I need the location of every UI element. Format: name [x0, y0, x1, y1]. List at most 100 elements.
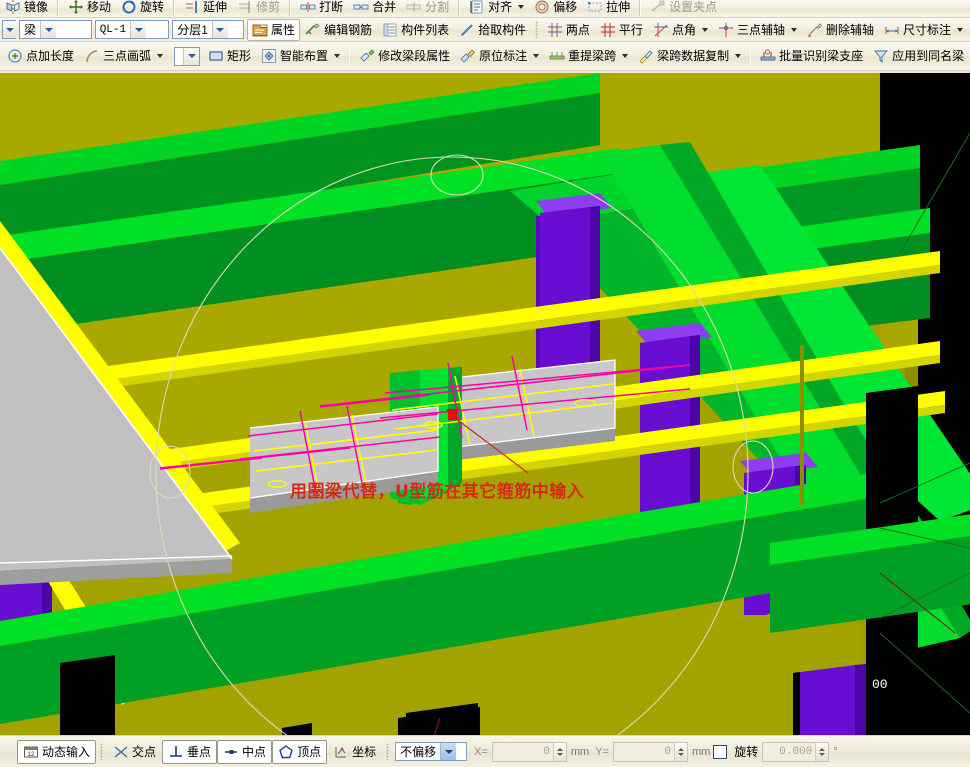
toolbar-button-two-point[interactable]: 两点 [542, 19, 595, 41]
toolbar-button-dimension[interactable]: 尺寸标注 [879, 19, 968, 41]
toolbar-button-break[interactable]: 打断 [295, 0, 348, 17]
toolbar-button-edit-rebar[interactable]: 编辑钢筋 [300, 19, 377, 41]
dimension-icon [884, 22, 900, 38]
status-toggle-intersection[interactable]: 交点 [107, 740, 162, 764]
toolbar-label: 智能布置 [280, 49, 329, 63]
arc-value-combo[interactable] [174, 46, 201, 66]
chevron-down-icon[interactable] [622, 54, 629, 58]
x-unit-label: mm [570, 745, 590, 758]
toolbar-button-delete-axis[interactable]: 删除辅轴 [802, 19, 879, 41]
status-toggle-coordinate[interactable]: 坐标 [327, 740, 382, 764]
toolbar-label: 点加长度 [26, 49, 75, 63]
extend-icon [184, 0, 200, 15]
x-spinner[interactable] [552, 742, 566, 761]
divider [173, 0, 176, 16]
toolbar-button-merge[interactable]: 合并 [348, 0, 401, 17]
layer-combo[interactable]: 分层1 [172, 20, 245, 39]
toolbar-button-rectangle[interactable]: 矩形 [203, 45, 256, 67]
break-icon [300, 0, 316, 15]
chevron-down-icon[interactable] [957, 27, 963, 32]
toolbar-button-parallel[interactable]: 平行 [595, 19, 648, 41]
status-toggle-perpendicular[interactable]: 垂点 [162, 739, 218, 764]
status-toggle-midpoint[interactable]: 中点 [217, 739, 273, 764]
status-label: 动态输入 [42, 745, 91, 759]
divider [750, 47, 752, 65]
chevron-down-icon[interactable] [533, 54, 540, 58]
arc-value [175, 47, 184, 65]
chevron-down-icon[interactable] [440, 743, 457, 760]
toolbar-button-three-point-arc[interactable]: 三点画弧 [79, 45, 168, 67]
component-list-icon [382, 22, 398, 38]
offset-mode-combo[interactable]: 不偏移 [395, 742, 468, 761]
toolbar-button-batch-identify-support[interactable]: 批量识别梁支座 [755, 45, 868, 67]
chevron-down-icon[interactable] [334, 54, 341, 58]
status-toggle-dynamic-input[interactable]: 12 动态输入 [17, 739, 97, 764]
offset-icon [534, 0, 550, 15]
toolbar-button-extend[interactable]: 延伸 [179, 0, 232, 17]
toolbar-button-edit-beam-segment[interactable]: 修改梁段属性 [354, 45, 455, 67]
toolbar-button-smart-layout[interactable]: 智能布置 [256, 45, 345, 67]
toolbar-button-mirror[interactable]: 镜像 [0, 0, 53, 17]
chevron-down-icon[interactable] [40, 21, 57, 38]
toolbar-button-three-point-axis[interactable]: 三点辅轴 [713, 19, 802, 41]
toolbar-button-component-list[interactable]: 构件列表 [377, 19, 454, 41]
toolbar-label: 梁跨数据复制 [657, 49, 730, 63]
toolbar-button-pick-component[interactable]: 拾取构件 [454, 19, 531, 41]
status-label: 坐标 [352, 745, 377, 759]
status-toggle-vertex[interactable]: 顶点 [272, 739, 328, 764]
component-name-combo[interactable]: QL-1 [94, 20, 170, 39]
chevron-down-icon[interactable] [183, 47, 200, 65]
move-icon [68, 0, 84, 15]
toolbar-button-stretch[interactable]: 拉伸 [582, 0, 635, 17]
status-bar: 12 动态输入 交点 垂点 中点 顶点 坐标 不偏移 X= 0 mm Y= 0 … [0, 735, 970, 767]
viewport-corner-readout: 00 [872, 677, 888, 692]
x-coordinate-input[interactable]: 0 [491, 741, 567, 762]
toolbar-button-point-angle[interactable]: 点角 [648, 19, 713, 41]
component-type-combo[interactable]: 梁 [19, 20, 92, 39]
toolbar-button-rotate[interactable]: 旋转 [116, 0, 169, 17]
chevron-down-icon[interactable] [735, 54, 742, 58]
offset-mode-value: 不偏移 [400, 745, 437, 759]
status-label: 垂点 [187, 745, 212, 759]
y-coordinate-input[interactable]: 0 [612, 741, 688, 762]
three-point-arc-icon [84, 48, 100, 64]
toolbar-button-point-add-length[interactable]: 点加长度 [2, 45, 79, 67]
toolbar-label: 三点画弧 [103, 49, 152, 63]
rotate-spinner[interactable] [815, 742, 829, 761]
toolbar-button-apply-same-name[interactable]: 应用到同名梁 [868, 45, 969, 67]
toolbar-button-offset[interactable]: 偏移 [529, 0, 582, 17]
y-spinner[interactable] [673, 742, 687, 761]
toolbar-button-in-situ-label[interactable]: 原位标注 [455, 45, 544, 67]
divider [386, 743, 390, 760]
component-scope-combo[interactable] [2, 20, 17, 39]
toolbar-button-copy-span-data[interactable]: 梁跨数据复制 [633, 45, 746, 67]
rotate-unit-label: ° [833, 745, 838, 758]
chevron-down-icon[interactable] [211, 21, 228, 38]
delete-axis-icon [807, 22, 823, 38]
chevron-down-icon[interactable] [157, 54, 164, 58]
3d-viewport[interactable]: 用圈梁代替，U型筋在其它箍筋中输入 00 [0, 73, 970, 735]
toolbar-button-align[interactable]: 对齐 [464, 0, 529, 17]
toolbar-button-split[interactable]: 分割 [401, 0, 454, 17]
chevron-down-icon[interactable] [3, 21, 17, 38]
chevron-down-icon[interactable] [790, 27, 797, 32]
toolbar-label: 拾取构件 [478, 22, 527, 37]
toolbar-label: 镜像 [24, 0, 49, 14]
rotate-input[interactable]: 0.000 [762, 741, 830, 762]
chevron-down-icon[interactable] [130, 21, 147, 38]
toolbar-label: 对齐 [488, 0, 513, 14]
toolbar-button-properties[interactable]: 属性 [247, 18, 301, 41]
y-coordinate-value: 0 [664, 745, 671, 758]
toolbar-button-re-extract-span[interactable]: 重提梁跨 [544, 45, 633, 67]
batch-identify-support-icon [760, 48, 776, 64]
x-coordinate-label: X= [474, 745, 488, 758]
toolbar-button-move[interactable]: 移动 [63, 0, 116, 17]
toolbar-button-set-grip[interactable]: 设置夹点 [645, 0, 722, 17]
viewport-annotation-text: 用圈梁代替，U型筋在其它箍筋中输入 [290, 482, 585, 502]
rotate-checkbox[interactable] [713, 744, 728, 759]
toolbar-label: 三点辅轴 [736, 22, 785, 37]
chevron-down-icon[interactable] [701, 27, 708, 32]
chevron-down-icon[interactable] [518, 5, 525, 9]
y-unit-label: mm [691, 745, 711, 758]
toolbar-button-trim[interactable]: 修剪 [232, 0, 285, 17]
